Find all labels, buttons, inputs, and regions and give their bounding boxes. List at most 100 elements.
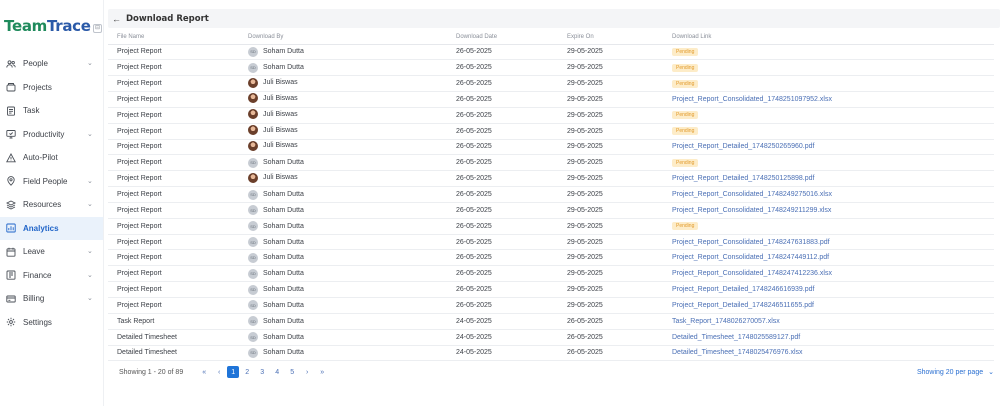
page-2-button[interactable]: 2 xyxy=(240,366,254,378)
pagination: « ‹ 12345 › » xyxy=(197,366,330,378)
chevron-down-icon[interactable]: ⌄ xyxy=(87,247,93,255)
page-1-button[interactable]: 1 xyxy=(227,366,240,378)
expire-on-cell: 29-05-2025 xyxy=(558,107,663,124)
download-link[interactable]: Project_Report_Consolidated_174824927501… xyxy=(672,191,832,198)
user-name: Soham Dutta xyxy=(263,333,304,341)
sidebar-item-label: Billing xyxy=(23,294,45,304)
column-header-file-name: File Name xyxy=(108,31,239,45)
last-page-button[interactable]: » xyxy=(315,366,329,378)
sidebar-item-resources[interactable]: Resources ⌄ xyxy=(0,193,103,217)
avatar xyxy=(248,109,258,120)
avatar: SD xyxy=(248,221,258,232)
download-link[interactable]: Project_Report_Consolidated_174825109795… xyxy=(672,96,832,103)
avatar: SD xyxy=(248,268,258,279)
chevron-down-icon[interactable]: ⌄ xyxy=(87,130,93,138)
download-link[interactable]: Detailed_Timesheet_1748025589127.pdf xyxy=(672,334,800,341)
download-date-cell: 26-05-2025 xyxy=(447,234,558,251)
file-name-cell: Project Report xyxy=(108,139,239,156)
sidebar-nav: People ⌄ Projects Task Productivity ⌄ Auto-Pil… xyxy=(0,52,103,334)
download-link-cell: Detailed_Timesheet_1748025476976.xlsx xyxy=(663,345,994,362)
sidebar-item-finance[interactable]: Finance ⌄ xyxy=(0,264,103,288)
user-name: Juli Biswas xyxy=(263,94,298,102)
collapse-sidebar-icon[interactable]: ⊟ xyxy=(93,24,102,33)
expire-on-cell: 29-05-2025 xyxy=(558,123,663,140)
avatar: SD xyxy=(248,189,258,200)
download-link[interactable]: Project_Report_Detailed_1748246616939.pd… xyxy=(672,286,814,293)
page-3-button[interactable]: 3 xyxy=(255,366,269,378)
status-badge: Pending xyxy=(672,111,699,120)
expire-on-cell: 29-05-2025 xyxy=(558,281,663,298)
sidebar-item-billing[interactable]: Billing ⌄ xyxy=(0,287,103,311)
download-by-cell: Juli Biswas xyxy=(239,75,447,93)
download-by-cell: SD Soham Dutta xyxy=(239,281,447,298)
download-link[interactable]: Project_Report_Consolidated_174824921129… xyxy=(672,207,831,214)
per-page-select[interactable]: Showing 20 per page ⌄ xyxy=(917,368,994,377)
sidebar-item-field-people[interactable]: Field People ⌄ xyxy=(0,170,103,194)
sidebar-item-projects[interactable]: Projects xyxy=(0,76,103,100)
expire-on-cell: 29-05-2025 xyxy=(558,297,663,314)
page-5-button[interactable]: 5 xyxy=(285,366,299,378)
download-link[interactable]: Project_Report_Consolidated_174824763188… xyxy=(672,239,830,246)
file-name-cell: Project Report xyxy=(108,154,239,172)
download-by-cell: SD Soham Dutta xyxy=(239,154,447,172)
back-arrow-icon[interactable]: ← xyxy=(112,14,126,24)
sidebar-item-productivity[interactable]: Productivity ⌄ xyxy=(0,123,103,147)
expire-on-cell: 29-05-2025 xyxy=(558,202,663,219)
download-link-cell: Project_Report_Detailed_1748246616939.pd… xyxy=(663,281,994,298)
sidebar-item-leave[interactable]: Leave ⌄ xyxy=(0,240,103,264)
sidebar-item-people[interactable]: People ⌄ xyxy=(0,52,103,76)
download-link-cell: Pending xyxy=(663,123,994,140)
download-link[interactable]: Project_Report_Consolidated_174824744911… xyxy=(672,254,829,261)
chevron-down-icon[interactable]: ⌄ xyxy=(87,271,93,279)
file-name-cell: Project Report xyxy=(108,107,239,124)
download-link-cell: Detailed_Timesheet_1748025589127.pdf xyxy=(663,329,994,346)
download-link-cell: Pending xyxy=(663,44,994,61)
settings-icon xyxy=(5,317,16,328)
prev-page-button[interactable]: ‹ xyxy=(212,366,226,378)
chevron-down-icon[interactable]: ⌄ xyxy=(87,177,93,185)
download-link-cell: Task_Report_1748026270057.xlsx xyxy=(663,313,994,330)
download-link[interactable]: Detailed_Timesheet_1748025476976.xlsx xyxy=(672,349,803,356)
sidebar-item-label: Leave xyxy=(23,247,45,257)
user-chip: SD Soham Dutta xyxy=(248,237,304,248)
download-link[interactable]: Project_Report_Detailed_1748250265960.pd… xyxy=(672,143,814,150)
user-name: Soham Dutta xyxy=(263,159,304,167)
file-name-cell: Project Report xyxy=(108,249,239,267)
next-page-button[interactable]: › xyxy=(300,366,314,378)
table-row: Detailed Timesheet SD Soham Dutta 24-05-202… xyxy=(108,329,994,346)
download-date-cell: 24-05-2025 xyxy=(447,345,558,362)
chevron-down-icon[interactable]: ⌄ xyxy=(87,200,93,208)
user-name: Soham Dutta xyxy=(263,206,304,214)
first-page-button[interactable]: « xyxy=(197,366,211,378)
user-name: Juli Biswas xyxy=(263,126,298,134)
download-link[interactable]: Project_Report_Detailed_1748246511655.pd… xyxy=(672,302,814,309)
table-row: Project Report Juli Biswas 26-05-2025 29-05… xyxy=(108,139,994,156)
download-link[interactable]: Task_Report_1748026270057.xlsx xyxy=(672,318,780,325)
sidebar-item-analytics[interactable]: Analytics xyxy=(0,216,103,240)
chevron-down-icon[interactable]: ⌄ xyxy=(87,59,93,67)
download-date-cell: 26-05-2025 xyxy=(447,297,558,314)
main-content: ← Download Report File Name Download By … xyxy=(108,9,1000,406)
download-link[interactable]: Project_Report_Consolidated_174824741223… xyxy=(672,270,832,277)
avatar xyxy=(248,172,258,183)
user-name: Soham Dutta xyxy=(263,191,304,199)
table-row: Project Report SD Soham Dutta 26-05-2025 29-… xyxy=(108,234,994,251)
page-4-button[interactable]: 4 xyxy=(270,366,284,378)
avatar xyxy=(248,140,258,151)
download-link[interactable]: Project_Report_Detailed_1748250125898.pd… xyxy=(672,175,814,182)
download-date-cell: 26-05-2025 xyxy=(447,91,558,108)
table-row: Project Report SD Soham Dutta 26-05-2025 29-… xyxy=(108,202,994,219)
status-badge: Pending xyxy=(672,47,699,56)
sidebar-item-settings[interactable]: Settings xyxy=(0,311,103,335)
avatar: SD xyxy=(248,284,258,295)
download-date-cell: 26-05-2025 xyxy=(447,249,558,267)
expire-on-cell: 29-05-2025 xyxy=(558,75,663,93)
table-row: Detailed Timesheet SD Soham Dutta 24-05-202… xyxy=(108,345,994,362)
brand-logo[interactable]: TeamTrace xyxy=(4,17,91,35)
sidebar-item-auto-pilot[interactable]: Auto-Pilot xyxy=(0,146,103,170)
download-date-cell: 26-05-2025 xyxy=(447,265,558,283)
sidebar-item-task[interactable]: Task xyxy=(0,99,103,123)
download-date-cell: 26-05-2025 xyxy=(447,123,558,140)
table-row: Project Report SD Soham Dutta 26-05-2025 29-… xyxy=(108,297,994,314)
chevron-down-icon[interactable]: ⌄ xyxy=(87,294,93,302)
